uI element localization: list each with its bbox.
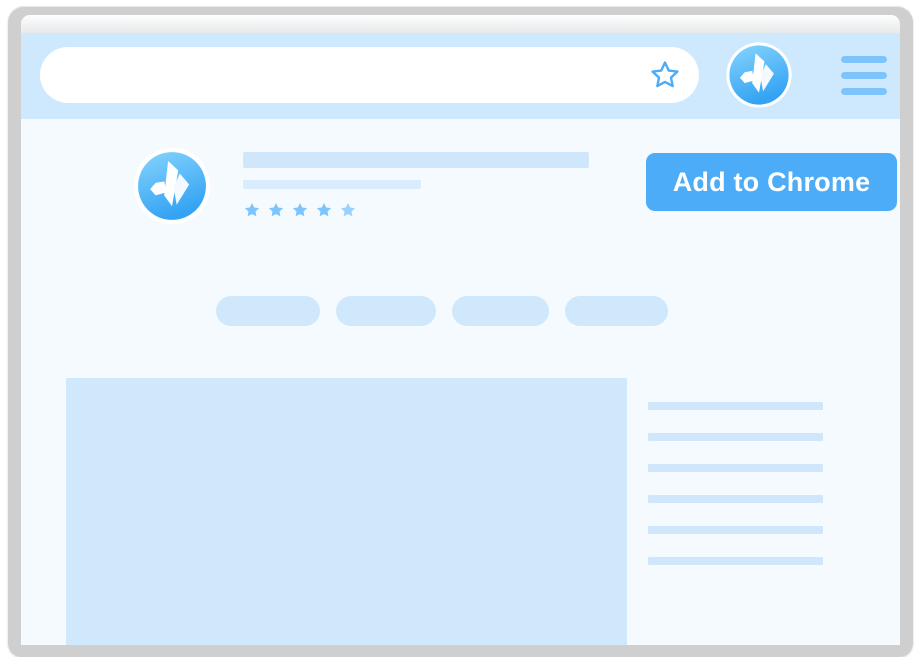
description-line-5 [648,526,823,534]
tab-placeholder-1[interactable] [216,296,320,326]
browser-titlebar [21,15,900,33]
tab-placeholder-row [216,296,668,326]
description-line-4 [648,495,823,503]
bookmark-star-icon[interactable] [647,58,683,92]
address-bar[interactable] [40,47,699,103]
rating-star-3 [291,201,309,219]
browser-window-inner: Add to Chrome [21,15,900,645]
hamburger-menu-icon[interactable] [837,55,891,95]
screenshot-stage: Add to Chrome [0,0,921,657]
extension-logo-icon [133,147,211,225]
media-placeholder[interactable] [66,378,627,645]
tab-placeholder-3[interactable] [452,296,549,326]
description-line-6 [648,557,823,565]
extension-title-placeholder [243,152,589,168]
add-to-chrome-button[interactable]: Add to Chrome [646,153,897,211]
tab-placeholder-2[interactable] [336,296,436,326]
description-line-1 [648,402,823,410]
rating-star-5 [339,201,357,219]
extension-header: Add to Chrome [133,147,897,229]
rating-star-2 [267,201,285,219]
rating-stars [243,201,643,219]
menu-bar-1 [841,55,887,63]
toolbar-extension-icon[interactable] [725,41,793,109]
description-line-3 [648,464,823,472]
tab-placeholder-4[interactable] [565,296,668,326]
extension-subtitle-placeholder [243,180,421,189]
extension-meta [243,152,643,219]
rating-star-4 [315,201,333,219]
rating-star-1 [243,201,261,219]
web-page-content: Add to Chrome [21,119,900,645]
browser-toolbar [21,33,900,119]
menu-bar-3 [841,87,887,95]
menu-bar-2 [841,71,887,79]
browser-window-frame: Add to Chrome [8,6,913,657]
description-placeholder-lines [648,402,823,565]
description-line-2 [648,433,823,441]
